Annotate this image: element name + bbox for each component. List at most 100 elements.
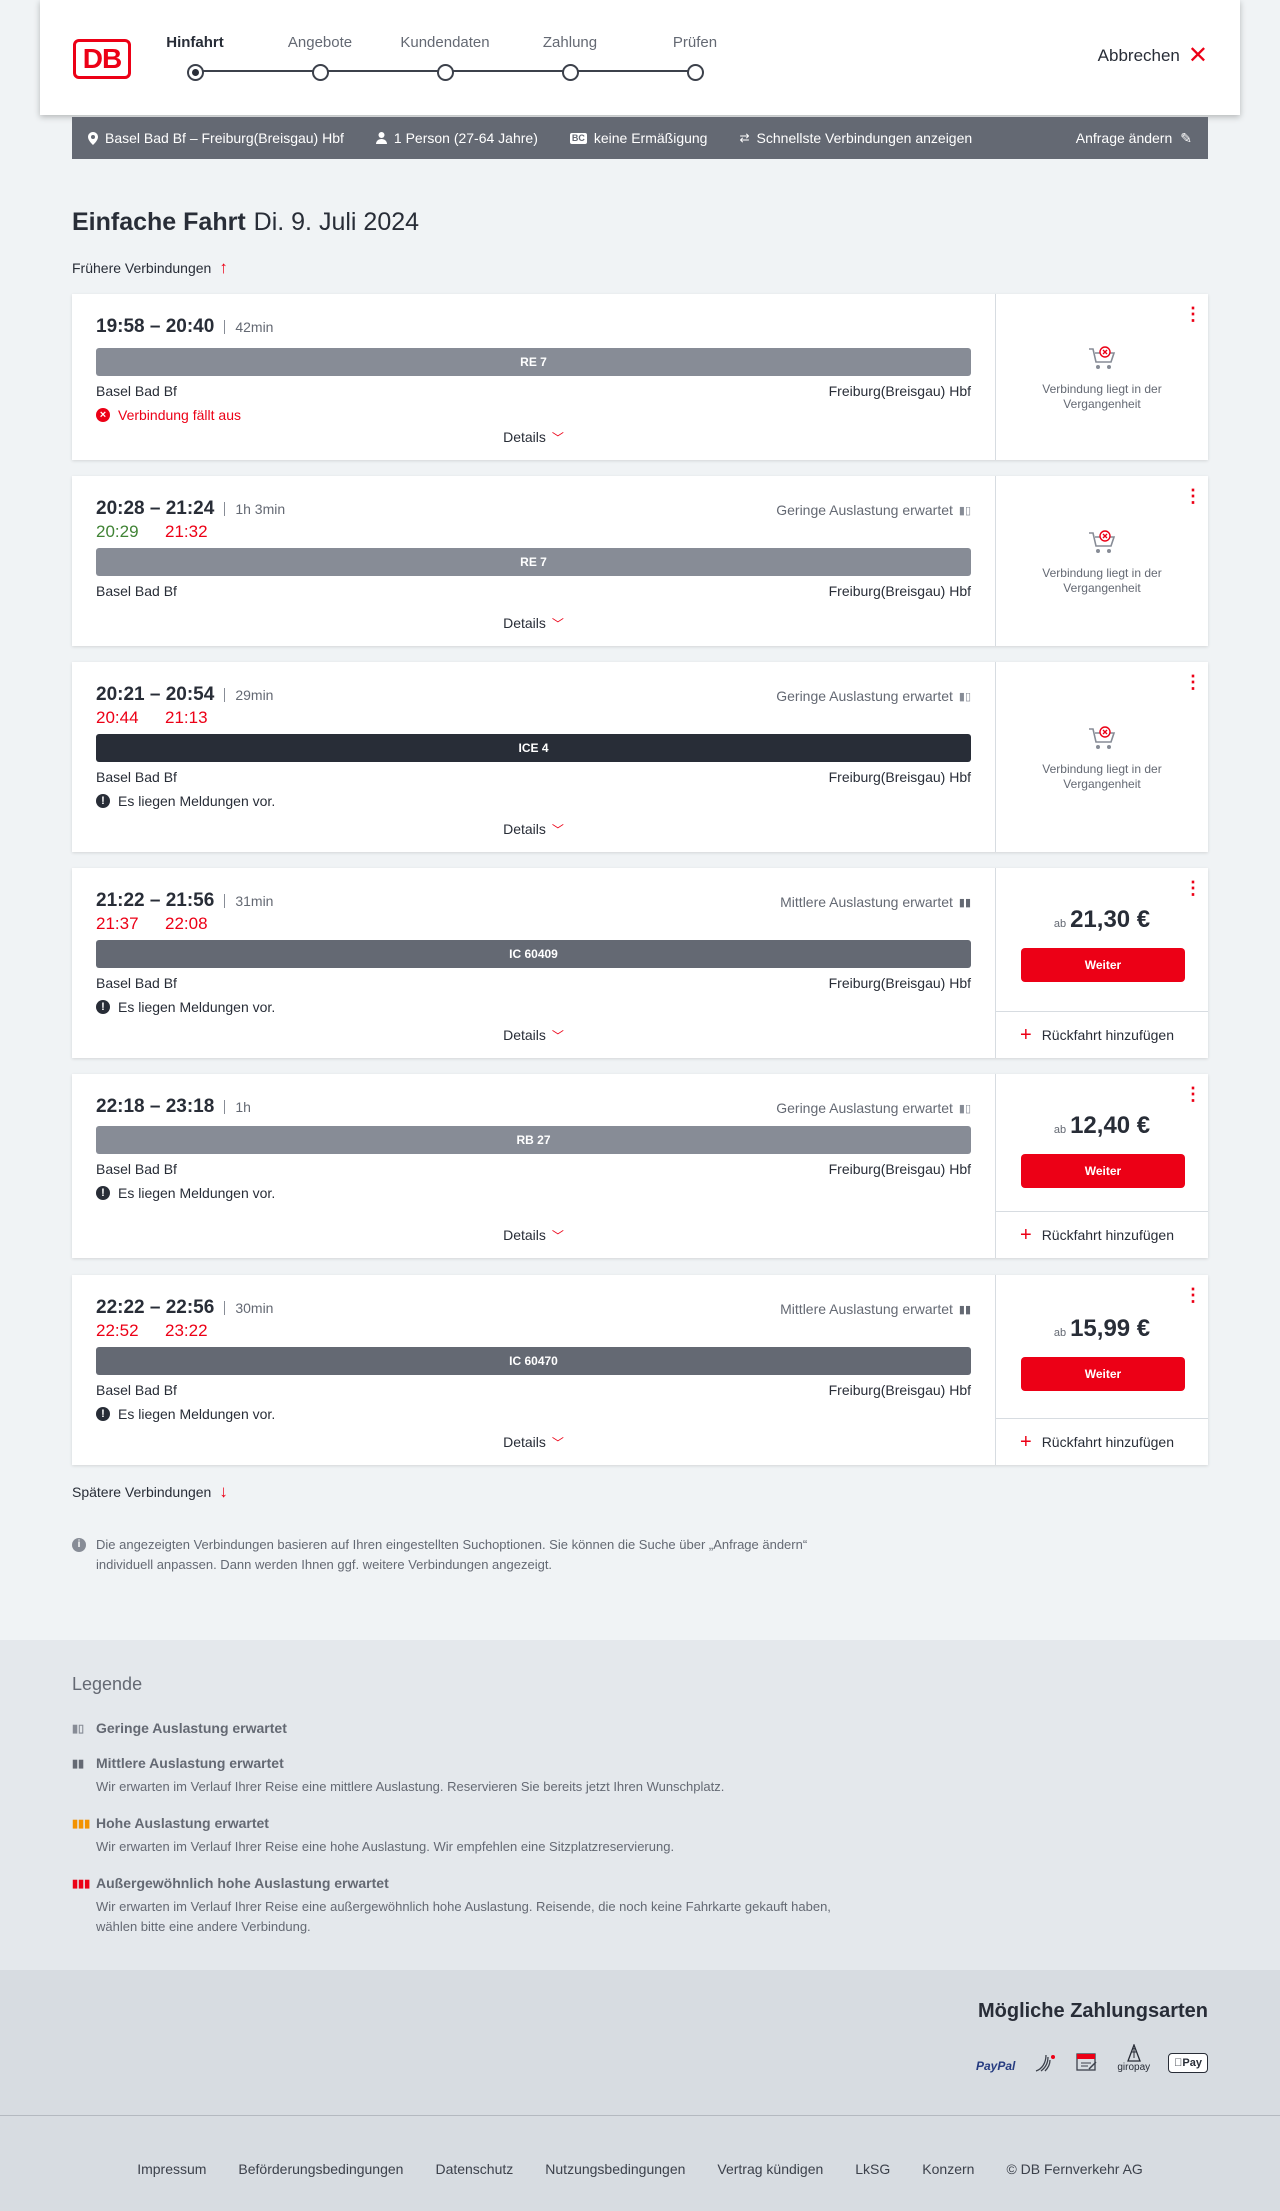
change-request-label: Anfrage ändern: [1075, 130, 1173, 146]
legend-item-heading: ▮▯ Geringe Auslastung erwartet: [72, 1720, 832, 1736]
add-return-button[interactable]: + Rückfahrt hinzufügen: [996, 1418, 1208, 1465]
connection-card: 19:58 – 20:40 42min RE 7 Basel Bad Bf Frei…: [72, 294, 1208, 460]
train-bar[interactable]: IC 60409: [96, 940, 971, 968]
time-range: 21:22 – 21:56: [96, 890, 215, 911]
past-label: Verbindung liegt in der Vergangenheit: [1042, 762, 1162, 791]
route-summary[interactable]: Basel Bad Bf – Freiburg(Breisgau) Hbf: [88, 130, 344, 146]
price-prefix: ab: [1053, 1124, 1067, 1136]
details-toggle[interactable]: Details ﹀: [72, 615, 995, 632]
add-return-button[interactable]: + Rückfahrt hinzufügen: [996, 1011, 1208, 1058]
occupancy-indicator: Geringe Auslastung erwartet ▮▯: [776, 1100, 971, 1116]
footer-link-konzern[interactable]: Konzern: [922, 2161, 974, 2177]
details-toggle[interactable]: Details ﹀: [72, 1027, 995, 1044]
legend-item-heading: ▮▮ Mittlere Auslastung erwartet: [72, 1755, 832, 1771]
chevron-down-icon: ﹀: [551, 617, 564, 631]
realtime-times: 20:29 21:32: [96, 522, 971, 542]
chevron-down-icon: ﹀: [551, 823, 564, 837]
details-toggle[interactable]: Details ﹀: [72, 821, 995, 838]
footer-link-datenschutz[interactable]: Datenschutz: [435, 2161, 513, 2177]
offer-panel: ⋮ Verbindung liegt in der Vergangenheit: [995, 294, 1208, 460]
details-toggle[interactable]: Details ﹀: [72, 429, 995, 446]
earlier-connections-link[interactable]: Frühere Verbindungen ↑: [72, 258, 228, 278]
stations: Basel Bad Bf Freiburg(Breisgau) Hbf: [96, 1382, 971, 1398]
from-station: Basel Bad Bf: [96, 583, 177, 599]
footer-link-vertrag-kuendigen[interactable]: Vertrag kündigen: [717, 2161, 823, 2177]
more-options-icon[interactable]: ⋮: [1184, 673, 1202, 691]
from-station: Basel Bad Bf: [96, 383, 177, 399]
cancel-label: Abbrechen: [1097, 46, 1180, 65]
message-text: Es liegen Meldungen vor.: [118, 999, 276, 1015]
payment-methods-section: Mögliche Zahlungsarten PayPal giropay P…: [0, 1970, 1280, 2115]
duration: 1h: [224, 1100, 251, 1114]
step-dot: [436, 64, 454, 81]
plus-icon: +: [1020, 1430, 1032, 1453]
giropay-icon: giropay: [1117, 2044, 1150, 2073]
return-label: Rückfahrt hinzufügen: [1041, 1434, 1174, 1450]
step-dot: [186, 64, 204, 81]
notice-message: ! Es liegen Meldungen vor.: [96, 1185, 971, 1201]
progress-steps: Hinfahrt Angebote Kundendaten Zahlung Pr…: [166, 34, 717, 84]
realtime-times: 21:37 22:08: [96, 914, 971, 934]
train-bar[interactable]: IC 60470: [96, 1347, 971, 1375]
traveller-summary[interactable]: 1 Person (27-64 Jahre): [375, 130, 538, 146]
apple-pay-icon: Pay: [1168, 2053, 1208, 2073]
train-bar[interactable]: RB 27: [96, 1126, 971, 1154]
footer: Impressum Beförderungsbedingungen Datens…: [0, 2115, 1280, 2211]
offer-panel: ⋮ Verbindung liegt in der Vergangenheit: [995, 476, 1208, 646]
step-angebote: Angebote: [265, 34, 375, 81]
page-title: Einfache Fahrt Di. 9. Juli 2024: [72, 208, 419, 237]
price-value: 21,30 €: [1070, 906, 1151, 933]
details-toggle[interactable]: Details ﹀: [72, 1434, 995, 1451]
duration: 30min: [224, 1301, 273, 1315]
connection-card: 20:21 – 20:54 29min Geringe Auslastung er…: [72, 662, 1208, 852]
train-bar[interactable]: RE 7: [96, 348, 971, 376]
more-options-icon[interactable]: ⋮: [1184, 305, 1202, 323]
duration: 42min: [224, 320, 273, 334]
fastest-connections-toggle[interactable]: ⇄ Schnellste Verbindungen anzeigen: [739, 130, 972, 146]
price-value: 12,40 €: [1070, 1112, 1151, 1139]
db-logo[interactable]: DB: [73, 39, 131, 79]
add-return-button[interactable]: + Rückfahrt hinzufügen: [996, 1211, 1208, 1258]
more-options-icon[interactable]: ⋮: [1184, 1286, 1202, 1304]
details-label: Details: [503, 1027, 546, 1043]
duration: 29min: [224, 688, 273, 702]
offer-panel: ⋮ ab 12,40 € Weiter + Rückfahrt hinzufügen: [995, 1074, 1208, 1258]
train-bar[interactable]: RE 7: [96, 548, 971, 576]
step-dot: [311, 64, 329, 81]
footer-link-befoerderungsbedingungen[interactable]: Beförderungsbedingungen: [238, 2161, 403, 2177]
info-icon: i: [72, 1538, 86, 1552]
weiter-button[interactable]: Weiter: [1021, 948, 1185, 982]
trip-type: Einfache Fahrt: [72, 208, 246, 236]
realtime-departure: 22:52: [96, 1321, 139, 1340]
cancel-button[interactable]: Abbrechen ✕: [1097, 44, 1208, 68]
footer-link-impressum[interactable]: Impressum: [137, 2161, 206, 2177]
footer-link-lksg[interactable]: LkSG: [855, 2161, 890, 2177]
footer-link-nutzungsbedingungen[interactable]: Nutzungsbedingungen: [545, 2161, 685, 2177]
step-label: Kundendaten: [400, 34, 490, 51]
to-station: Freiburg(Breisgau) Hbf: [828, 769, 971, 785]
step-label: Hinfahrt: [166, 34, 224, 51]
past-label: Verbindung liegt in der Vergangenheit: [1042, 566, 1162, 595]
occupancy-high-icon: ▮▮▮: [72, 1817, 91, 1830]
traveller-text: 1 Person (27-64 Jahre): [393, 130, 538, 146]
connection-times: 19:58 – 20:40 42min: [96, 316, 971, 338]
change-request-button[interactable]: Anfrage ändern ✎: [1076, 130, 1192, 147]
occupancy-indicator: Geringe Auslastung erwartet ▮▯: [776, 502, 971, 518]
step-label: Angebote: [287, 34, 353, 51]
swap-arrows-icon: ⇄: [739, 131, 750, 145]
train-bar[interactable]: ICE 4: [96, 734, 971, 762]
later-connections-link[interactable]: Spätere Verbindungen ↓: [72, 1482, 228, 1502]
more-options-icon[interactable]: ⋮: [1184, 487, 1202, 505]
more-options-icon[interactable]: ⋮: [1184, 1085, 1202, 1103]
weiter-button[interactable]: Weiter: [1021, 1357, 1185, 1391]
to-station: Freiburg(Breisgau) Hbf: [828, 1382, 971, 1398]
discount-summary[interactable]: BC keine Ermäßigung: [569, 130, 707, 146]
more-options-icon[interactable]: ⋮: [1184, 879, 1202, 897]
step-label: Prüfen: [672, 34, 718, 51]
time-range: 20:21 – 20:54: [96, 684, 215, 705]
details-toggle[interactable]: Details ﹀: [72, 1227, 995, 1244]
weiter-button[interactable]: Weiter: [1021, 1154, 1185, 1188]
cancel-circle-icon: ×: [96, 408, 110, 422]
payment-icons: PayPal giropay Pay: [976, 2044, 1208, 2073]
cart-unavailable-icon: [1089, 346, 1116, 369]
